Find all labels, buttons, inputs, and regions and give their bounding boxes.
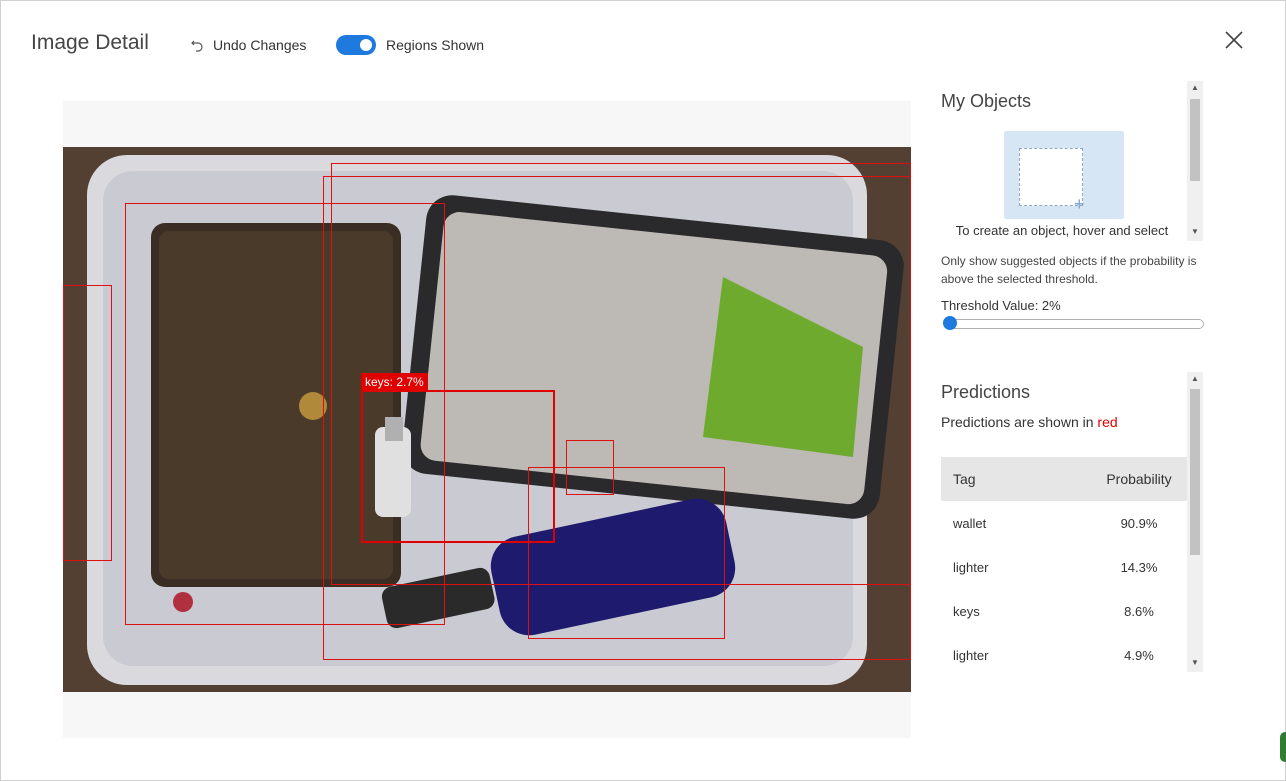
table-row[interactable]: keys 8.6% xyxy=(941,589,1187,633)
probability-column-header[interactable]: Probability xyxy=(1091,471,1187,487)
scroll-up-arrow-icon[interactable]: ▲ xyxy=(1190,83,1200,93)
prediction-probability: 8.6% xyxy=(1124,603,1154,619)
prediction-region[interactable] xyxy=(528,467,725,639)
plus-icon: + xyxy=(1074,194,1085,214)
table-row[interactable]: lighter 14.3% xyxy=(941,545,1187,589)
threshold-slider-handle[interactable] xyxy=(943,316,958,330)
regions-shown-toggle[interactable] xyxy=(336,35,376,55)
predictions-subtitle: Predictions are shown in red xyxy=(941,414,1118,430)
prediction-probability: 90.9% xyxy=(1120,515,1158,531)
scrollbar-thumb[interactable] xyxy=(1190,389,1200,555)
create-object-hint: To create an object, hover and select xyxy=(955,223,1169,238)
undo-icon xyxy=(191,40,203,52)
predictions-subtitle-text: Predictions are shown in xyxy=(941,414,1098,430)
table-row[interactable]: wallet 90.9% xyxy=(941,501,1187,545)
undo-changes-label: Undo Changes xyxy=(213,37,307,53)
predictions-table-header: Tag Probability xyxy=(941,457,1187,501)
threshold-slider[interactable] xyxy=(943,316,1204,330)
scrollbar-thumb[interactable] xyxy=(1190,99,1200,181)
prediction-tag: wallet xyxy=(953,515,987,531)
prediction-tag: lighter xyxy=(953,647,989,663)
threshold-label: Threshold Value: 2% xyxy=(941,298,1061,313)
background-window-edge xyxy=(1280,732,1286,762)
my-objects-scrollbar[interactable]: ▲ ▼ xyxy=(1187,81,1203,241)
threshold-note: Only show suggested objects if the proba… xyxy=(941,254,1197,286)
selected-region[interactable] xyxy=(361,390,555,543)
scroll-up-arrow-icon[interactable]: ▲ xyxy=(1190,374,1200,384)
tag-column-header[interactable]: Tag xyxy=(941,471,1091,487)
scroll-down-arrow-icon[interactable]: ▼ xyxy=(1190,227,1200,237)
predictions-scrollbar[interactable]: ▲ ▼ xyxy=(1187,372,1203,672)
prediction-probability: 14.3% xyxy=(1120,559,1158,575)
image-detail-dialog: Image Detail Undo Changes Regions Shown xyxy=(0,0,1286,781)
prediction-tag: lighter xyxy=(953,559,989,575)
image-photo[interactable]: keys: 2.7% xyxy=(63,147,911,692)
predictions-table: Tag Probability wallet 90.9% lighter 14.… xyxy=(941,457,1187,677)
selected-region-label: keys: 2.7% xyxy=(361,373,428,391)
prediction-probability: 4.9% xyxy=(1124,647,1154,663)
dialog-title: Image Detail xyxy=(31,31,149,54)
toggle-knob xyxy=(360,39,372,51)
scroll-down-arrow-icon[interactable]: ▼ xyxy=(1190,658,1200,668)
close-icon[interactable] xyxy=(1223,29,1245,51)
create-object-hint-card: + xyxy=(1004,131,1124,219)
table-row[interactable]: lighter 4.9% xyxy=(941,633,1187,677)
undo-changes-button[interactable]: Undo Changes xyxy=(189,35,306,55)
prediction-region[interactable] xyxy=(63,285,112,561)
my-objects-title: My Objects xyxy=(941,91,1032,111)
image-viewer: keys: 2.7% xyxy=(63,101,911,738)
prediction-tag: keys xyxy=(953,603,980,619)
predictions-color-word: red xyxy=(1097,414,1118,430)
regions-toggle-group: Regions Shown xyxy=(336,35,484,55)
predictions-title: Predictions xyxy=(941,382,1031,402)
regions-shown-label: Regions Shown xyxy=(386,37,485,53)
